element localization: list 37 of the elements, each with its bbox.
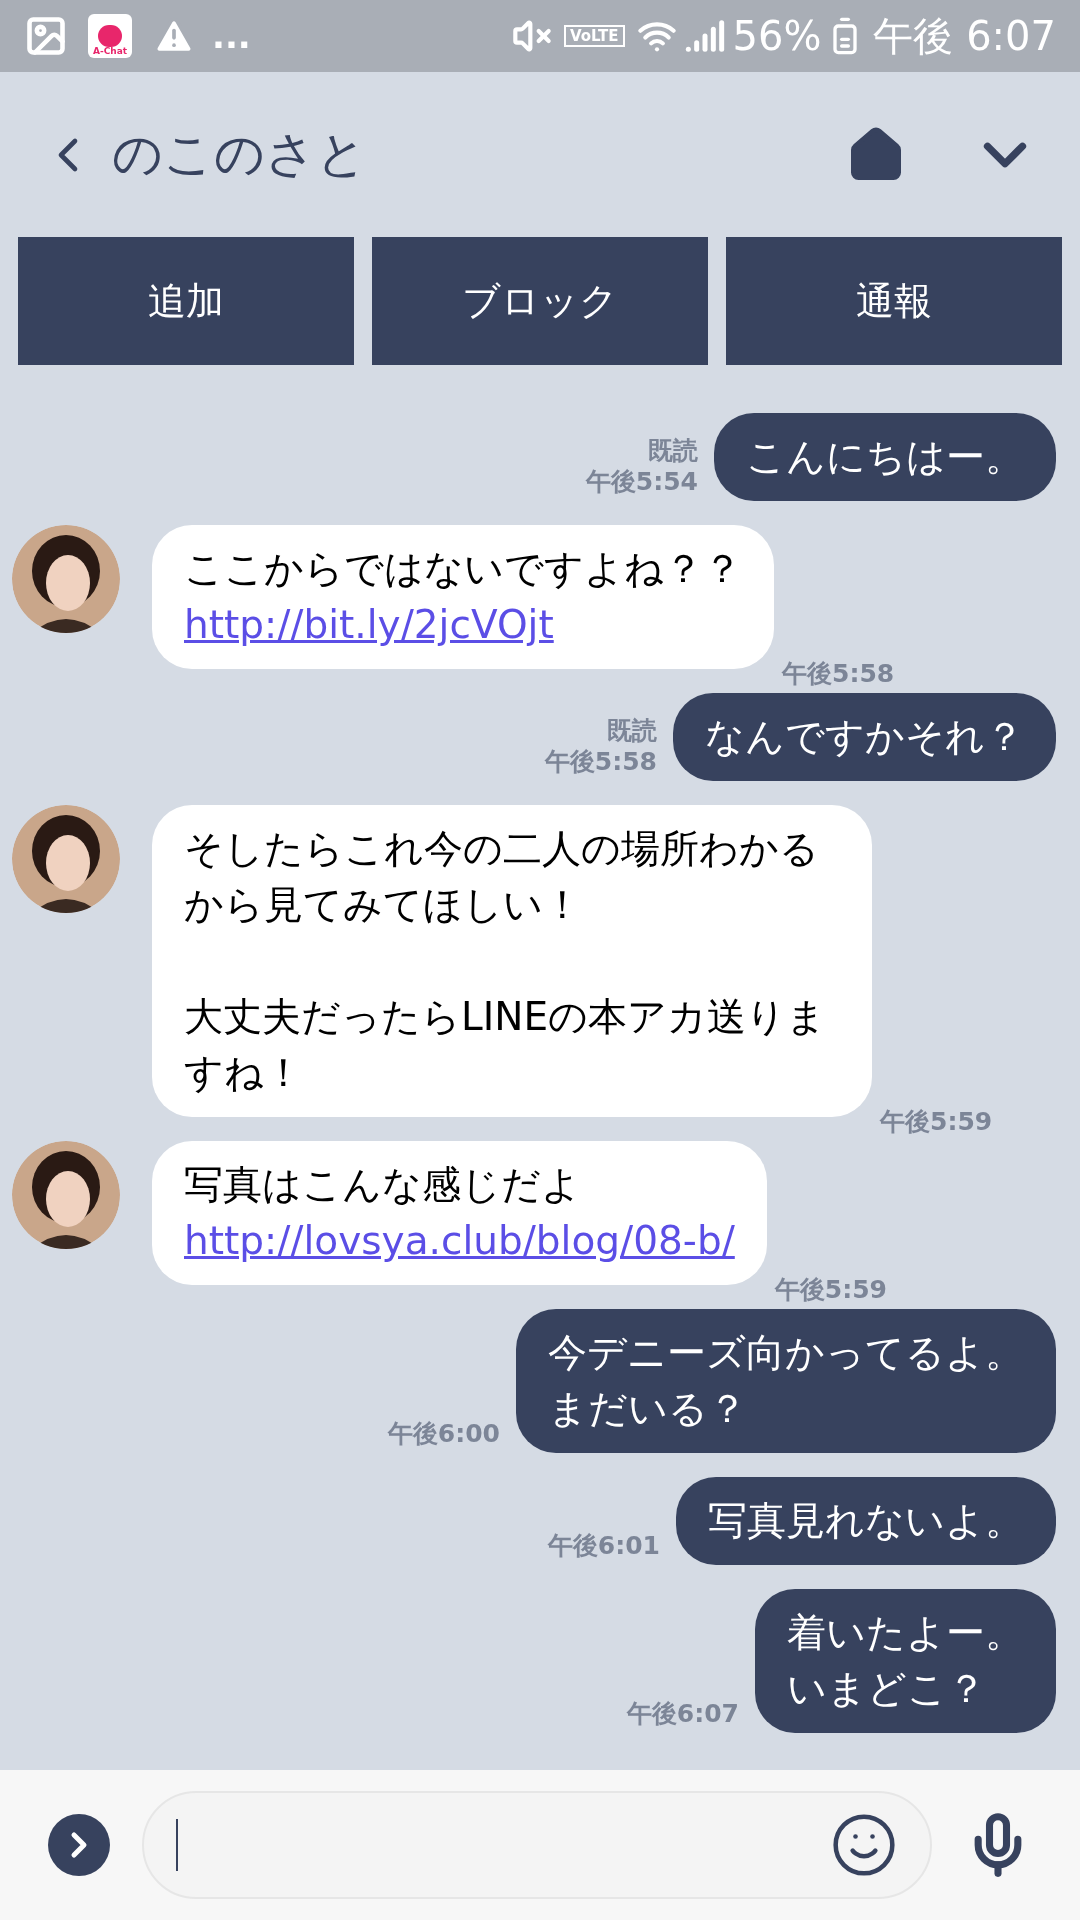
message-text: いまどこ？ xyxy=(787,1665,987,1713)
message-text: ここからではないですよね？？ xyxy=(184,545,742,593)
chat-title: のこのさと xyxy=(112,124,367,185)
message-text: そしたらこれ今の二人の場所わかるから見てみてほしい！ xyxy=(184,825,820,929)
read-receipt: 既読 xyxy=(607,714,657,746)
emoji-icon[interactable] xyxy=(830,1811,898,1879)
message-text: なんですかそれ？ xyxy=(705,713,1024,761)
more-notifications: ... xyxy=(212,14,251,58)
message-link[interactable]: http://bit.ly/2jcVOjt xyxy=(184,597,742,653)
message-text: 写真はこんな感じだよ xyxy=(184,1161,582,1209)
clock: 午後 6:07 xyxy=(873,12,1056,61)
message-time: 午後6:07 xyxy=(626,1697,739,1729)
message-time: 午後5:58 xyxy=(544,745,657,777)
image-icon xyxy=(24,14,68,58)
message-time: 午後5:58 xyxy=(782,657,895,689)
avatar[interactable] xyxy=(12,1141,120,1249)
message-link[interactable]: http://lovsya.club/blog/08-b/ xyxy=(184,1213,735,1269)
action-button[interactable]: ブロック xyxy=(372,237,708,365)
read-receipt: 既読 xyxy=(648,434,698,466)
message-time: 午後5:54 xyxy=(585,465,698,497)
message-text: 写真見れないよ。 xyxy=(708,1497,1024,1545)
app-icon: A-Chat xyxy=(88,14,132,58)
avatar[interactable] xyxy=(12,525,120,633)
avatar[interactable] xyxy=(12,805,120,913)
message-time: 午後5:59 xyxy=(880,1105,993,1137)
message-time: 午後6:01 xyxy=(547,1529,660,1561)
network-badge: VoLTE xyxy=(563,24,625,48)
message-text: 今デニーズ向かってるよ。 xyxy=(548,1329,1024,1377)
message-text: 大丈夫だったらLINEの本アカ送りますね！ xyxy=(184,993,828,1097)
message-time: 午後5:59 xyxy=(774,1273,887,1305)
message-text: こんにちはー。 xyxy=(746,433,1024,481)
message-text: 着いたよー。 xyxy=(787,1609,1024,1657)
action-button[interactable]: 追加 xyxy=(18,237,354,365)
action-button[interactable]: 通報 xyxy=(726,237,1062,365)
message-text: まだいる？ xyxy=(548,1385,748,1433)
message-time: 午後6:00 xyxy=(387,1417,500,1449)
battery-percent: 56% xyxy=(732,12,822,61)
